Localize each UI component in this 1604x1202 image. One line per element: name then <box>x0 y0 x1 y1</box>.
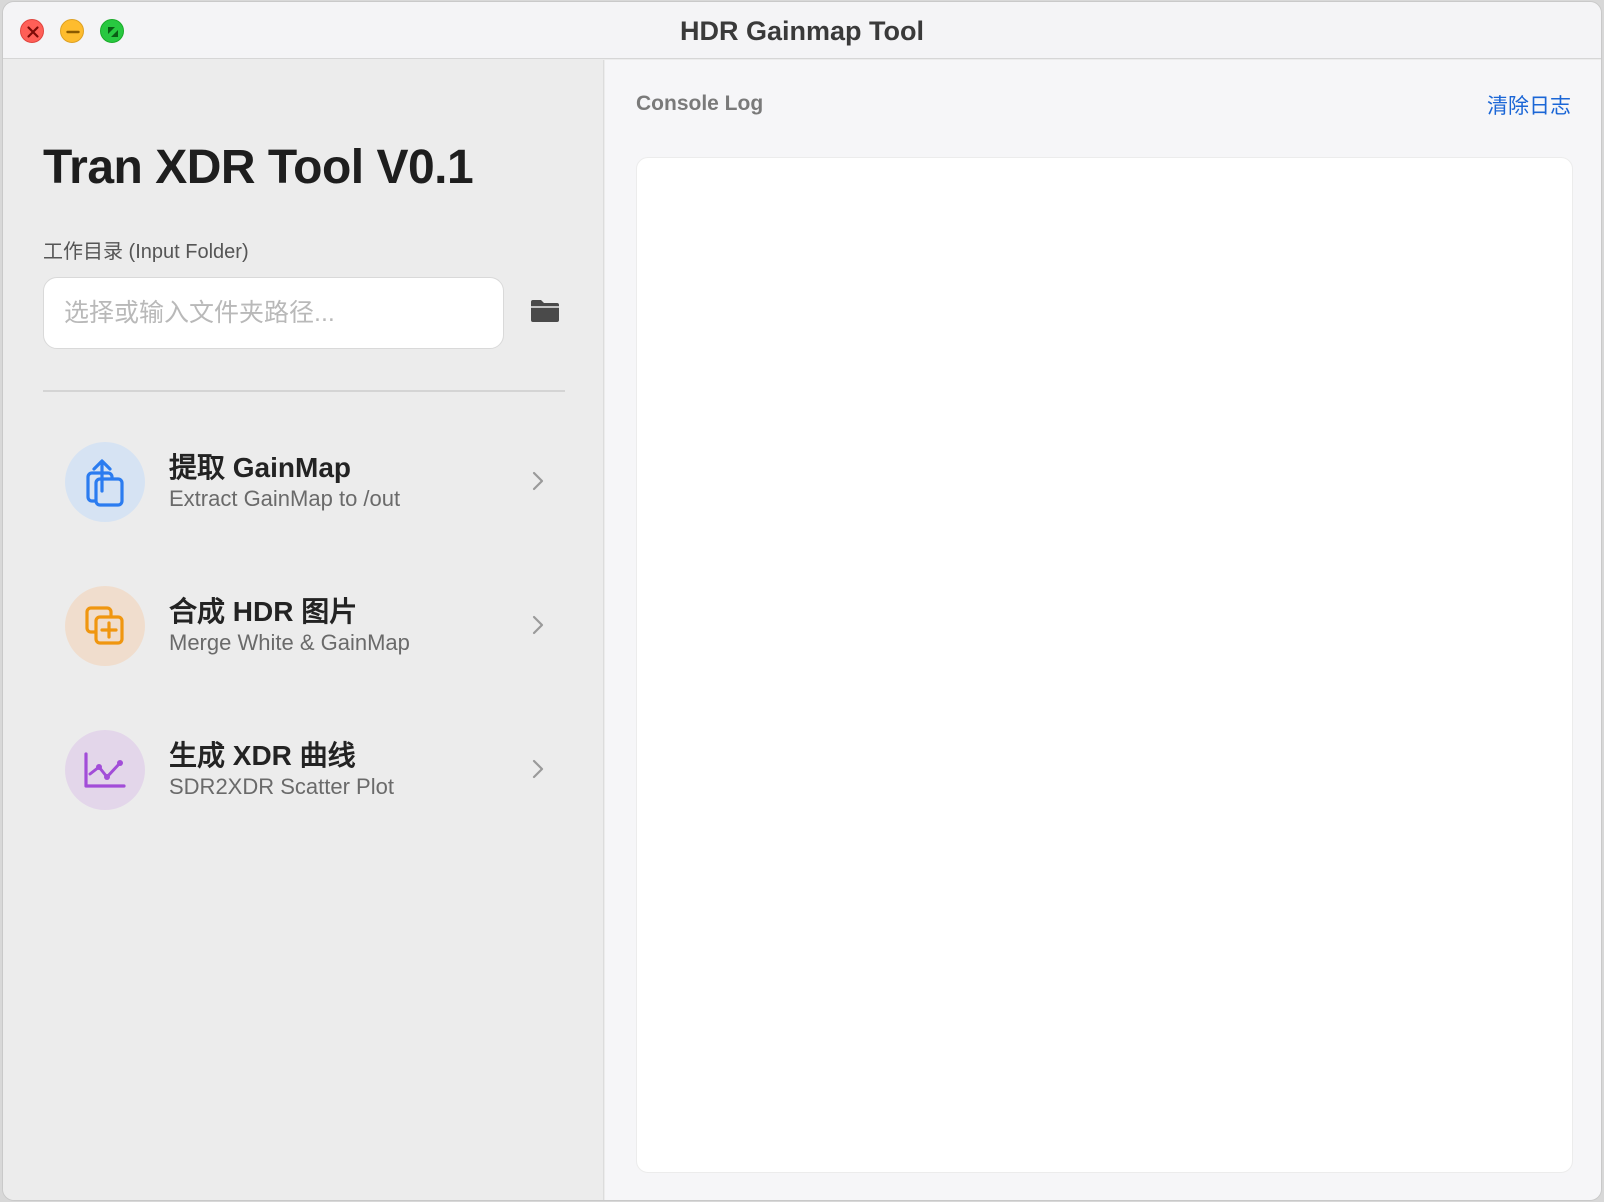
console-log-label: Console Log <box>636 92 764 115</box>
window-title: HDR Gainmap Tool <box>679 16 924 46</box>
merge-title: 合成 HDR 图片 <box>169 596 358 627</box>
app-title: Tran XDR Tool V0.1 <box>43 141 474 194</box>
merge-icon-circle <box>65 586 145 666</box>
extract-subtitle: Extract GainMap to /out <box>169 486 401 511</box>
extract-icon-circle <box>65 442 145 522</box>
sidebar: Tran XDR Tool V0.1 工作目录 (Input Folder) 提… <box>3 60 604 1200</box>
merge-subtitle: Merge White & GainMap <box>169 630 410 655</box>
chevron-right-icon <box>532 615 544 635</box>
generate-xdr-curve-button[interactable]: 生成 XDR 曲线 SDR2XDR Scatter Plot <box>43 714 565 824</box>
folder-path-input[interactable] <box>43 277 504 349</box>
console-log-area[interactable] <box>636 157 1573 1173</box>
merge-hdr-button[interactable]: 合成 HDR 图片 Merge White & GainMap <box>43 570 565 680</box>
title-bar: HDR Gainmap Tool <box>3 2 1601 59</box>
app-window: HDR Gainmap Tool Tran XDR Tool V0.1 工作目录… <box>2 1 1602 1201</box>
folder-label: 工作目录 (Input Folder) <box>43 241 249 263</box>
chevron-right-icon <box>532 471 544 491</box>
browse-folder-button[interactable] <box>528 294 562 328</box>
share-upload-icon <box>86 459 124 507</box>
plus-square-stack-icon <box>85 606 124 645</box>
clear-log-button[interactable]: 清除日志 <box>1487 90 1571 120</box>
sidebar-divider <box>43 390 565 392</box>
curve-subtitle: SDR2XDR Scatter Plot <box>169 774 394 799</box>
curve-icon-circle <box>65 730 145 810</box>
console-panel: Console Log 清除日志 <box>605 60 1601 1200</box>
curve-title: 生成 XDR 曲线 <box>169 740 356 771</box>
line-chart-icon <box>84 752 126 788</box>
folder-icon <box>531 300 559 322</box>
chevron-right-icon <box>532 759 544 779</box>
extract-title: 提取 GainMap <box>169 452 352 483</box>
extract-gainmap-button[interactable]: 提取 GainMap Extract GainMap to /out <box>43 426 565 536</box>
